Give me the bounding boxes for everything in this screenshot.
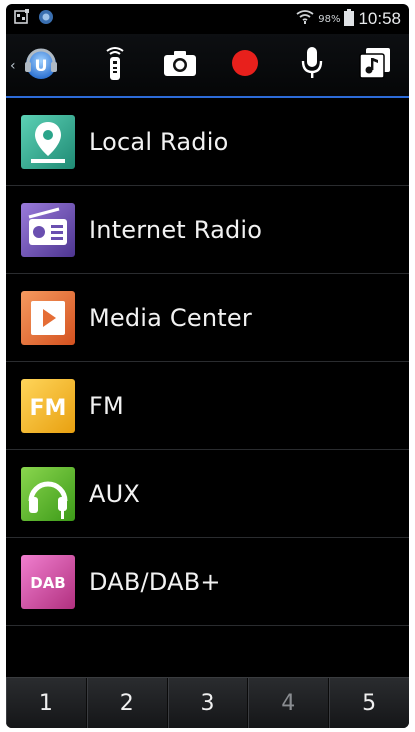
clock: 10:58: [358, 9, 401, 28]
preset-3[interactable]: 3: [168, 678, 249, 728]
list-item-media-center[interactable]: Media Center: [6, 274, 409, 362]
list-item-label: Local Radio: [89, 127, 229, 156]
list-item-label: Internet Radio: [89, 215, 263, 244]
battery-icon: [344, 8, 355, 30]
preset-bar: 1 2 3 4 5: [6, 677, 409, 728]
camera-button[interactable]: [151, 34, 208, 96]
remote-icon: [103, 45, 127, 85]
home-button[interactable]: ‹ U: [6, 34, 76, 96]
internet-radio-icon: [21, 202, 75, 257]
music-library-icon: [358, 47, 391, 83]
record-button[interactable]: [216, 34, 273, 96]
toolbar: ‹ U: [6, 34, 409, 98]
preset-4[interactable]: 4: [248, 678, 330, 728]
preset-5[interactable]: 5: [329, 678, 409, 728]
notification-calendar-icon: [14, 9, 30, 29]
dab-icon: DAB: [21, 554, 75, 609]
list-item-label: Media Center: [89, 303, 252, 332]
media-center-icon: [21, 290, 75, 345]
fm-tile-text: FM: [30, 396, 67, 421]
record-icon: [231, 49, 259, 81]
list-item-local-radio[interactable]: Local Radio: [6, 98, 409, 186]
list-item-aux[interactable]: AUX: [6, 450, 409, 538]
local-radio-icon: [21, 114, 75, 169]
wifi-signal-icon: [296, 9, 314, 29]
phone-screen: 98% 10:58 ‹ U Local Radio Internet Radio…: [6, 4, 409, 728]
battery-percent: 98%: [318, 13, 341, 25]
music-library-button[interactable]: [346, 34, 403, 96]
list-item-label: AUX: [89, 479, 141, 508]
svg-text:U: U: [35, 56, 48, 75]
list-item-label: DAB/DAB+: [89, 567, 221, 596]
camera-icon: [163, 49, 197, 81]
microphone-icon: [300, 45, 324, 85]
source-list: Local Radio Internet Radio Media Center …: [6, 98, 409, 626]
aux-icon: [21, 466, 75, 521]
status-bar: 98% 10:58: [6, 4, 409, 34]
list-item-internet-radio[interactable]: Internet Radio: [6, 186, 409, 274]
remote-button[interactable]: [86, 34, 143, 96]
list-item-fm[interactable]: FM FM: [6, 362, 409, 450]
fm-icon: FM: [21, 378, 75, 433]
dab-tile-text: DAB: [30, 574, 66, 592]
preset-2[interactable]: 2: [87, 678, 168, 728]
preset-1[interactable]: 1: [6, 678, 87, 728]
app-logo-icon: U: [22, 44, 60, 86]
list-item-label: FM: [89, 391, 124, 420]
back-chevron-icon: ‹: [10, 58, 16, 74]
notification-app-icon: [38, 9, 54, 29]
microphone-button[interactable]: [283, 34, 340, 96]
list-item-dab[interactable]: DAB DAB/DAB+: [6, 538, 409, 626]
